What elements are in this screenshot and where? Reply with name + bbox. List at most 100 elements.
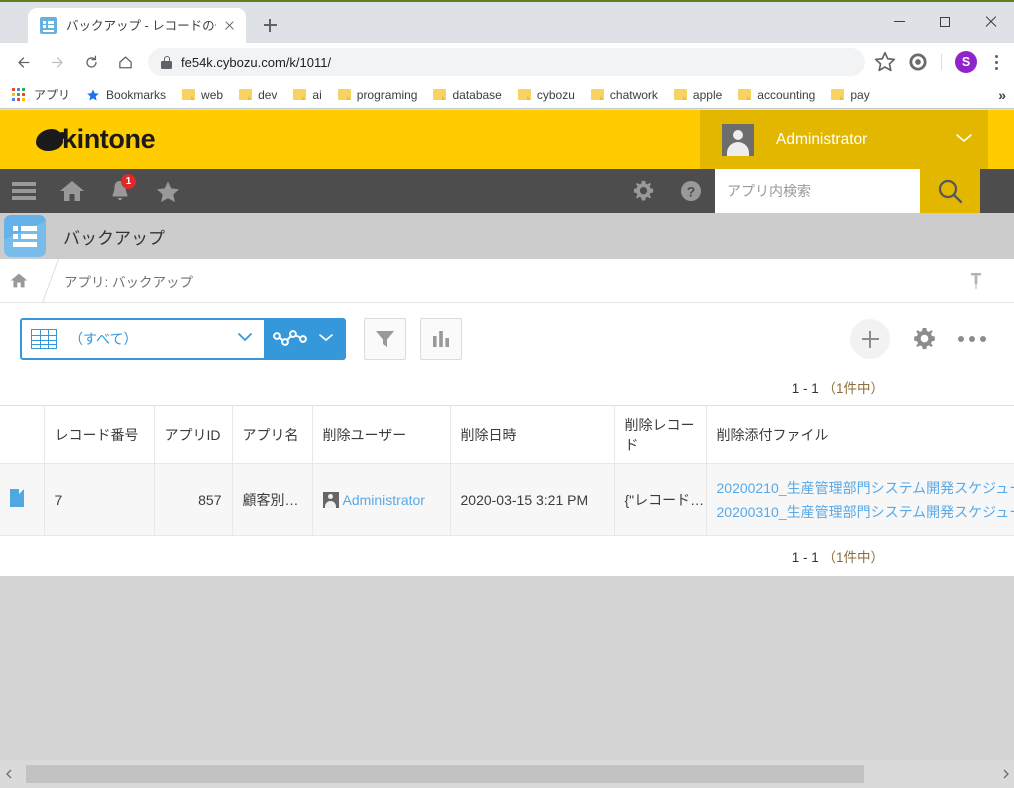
- bookmark-ai[interactable]: ai: [289, 86, 325, 104]
- close-icon[interactable]: [220, 17, 238, 35]
- browser-window: バックアップ - レコードの一覧: [0, 0, 1014, 787]
- more-options-button[interactable]: [952, 319, 992, 359]
- extension-button[interactable]: [905, 49, 931, 75]
- table-header-app-name[interactable]: アプリ名: [232, 406, 312, 464]
- kintone-logo[interactable]: kintone: [36, 124, 155, 155]
- file-link[interactable]: 20200310_生産管理部門システム開発スケジュール.xlsx: [717, 504, 1014, 520]
- kintone-header: kintone Administrator: [0, 110, 1014, 169]
- bookmark-dev[interactable]: dev: [235, 86, 281, 104]
- new-tab-button[interactable]: [255, 10, 285, 40]
- app-list-icon: [4, 215, 46, 257]
- chevron-right-icon: [1002, 769, 1010, 779]
- cell-deleted-at: 2020-03-15 3:21 PM: [450, 464, 614, 536]
- view-selector-field[interactable]: （すべて）: [22, 320, 264, 358]
- arrow-left-icon: [16, 55, 31, 70]
- deleted-user-link[interactable]: Administrator: [343, 492, 425, 508]
- breadcrumb: アプリ: バックアップ: [0, 259, 1014, 303]
- breadcrumb-separator: [38, 259, 60, 303]
- page-background-filler: [0, 576, 1014, 760]
- table-header-row: レコード番号 アプリID アプリ名 削除ユーザー 削除日時 削除レコード 削除添…: [0, 406, 1014, 464]
- url-text: fe54k.cybozu.com/k/1011/: [181, 55, 331, 70]
- folder-icon: [338, 89, 351, 100]
- scrollbar-track[interactable]: [17, 761, 997, 788]
- bookmark-web[interactable]: web: [178, 86, 227, 104]
- bookmark-cybozu[interactable]: cybozu: [514, 86, 579, 104]
- table-header-record-no[interactable]: レコード番号: [44, 406, 154, 464]
- bookmark-pay[interactable]: pay: [827, 86, 873, 104]
- breadcrumb-home-link[interactable]: [0, 272, 38, 289]
- search-icon: [935, 176, 965, 206]
- notifications-button[interactable]: 1: [96, 169, 144, 213]
- table-row[interactable]: 7 857 顧客別… Administrator 2020-03-15 3:21…: [0, 464, 1014, 536]
- chart-view-button[interactable]: [264, 320, 344, 358]
- search-input[interactable]: [715, 169, 920, 213]
- table-header-deleted-record[interactable]: 削除レコード: [614, 406, 706, 464]
- minimize-button[interactable]: [876, 2, 922, 41]
- chrome-menu-button[interactable]: [984, 49, 1008, 75]
- view-selector[interactable]: （すべて）: [20, 318, 346, 360]
- cell-deleted-record: {"レコード…: [614, 464, 706, 536]
- toolbar-actions: S: [871, 48, 1008, 76]
- address-bar[interactable]: fe54k.cybozu.com/k/1011/: [148, 48, 865, 76]
- scroll-left-button[interactable]: [0, 761, 17, 788]
- horizontal-scrollbar[interactable]: [0, 760, 1014, 787]
- maximize-button[interactable]: [922, 2, 968, 41]
- bookmark-label: web: [201, 88, 223, 102]
- gear-icon: [911, 326, 938, 353]
- menu-button[interactable]: [0, 169, 48, 213]
- table-header-deleted-user[interactable]: 削除ユーザー: [312, 406, 450, 464]
- toolbar-divider: [941, 54, 942, 70]
- profile-avatar[interactable]: S: [955, 51, 977, 73]
- favorites-button[interactable]: [144, 169, 192, 213]
- bookmark-database[interactable]: database: [429, 86, 505, 104]
- graph-icon: [273, 327, 311, 351]
- user-menu[interactable]: Administrator: [700, 110, 988, 169]
- filter-button[interactable]: [364, 318, 406, 360]
- settings-button[interactable]: [619, 169, 667, 213]
- bookmarks-overflow-button[interactable]: »: [998, 87, 1006, 103]
- kintone-blob-icon: [36, 129, 63, 151]
- bookmark-star-button[interactable]: [871, 48, 899, 76]
- forward-button[interactable]: [42, 47, 72, 77]
- window-close-button[interactable]: [968, 2, 1014, 41]
- bookmark-accounting[interactable]: accounting: [734, 86, 819, 104]
- table-header-app-id[interactable]: アプリID: [154, 406, 232, 464]
- cell-deleted-user: Administrator: [312, 464, 450, 536]
- navbar-left: 1: [0, 169, 192, 213]
- graph-button[interactable]: [420, 318, 462, 360]
- table-header-select-all[interactable]: [0, 406, 44, 464]
- bookmark-label: apple: [693, 88, 722, 102]
- row-open-detail-button[interactable]: [0, 464, 44, 536]
- star-icon: [155, 179, 181, 203]
- file-list: 20200210_生産管理部門システム開発スケジュール.xlsx 2020031…: [717, 476, 1014, 524]
- search-button[interactable]: [920, 169, 980, 213]
- folder-icon: [518, 89, 531, 100]
- table-view-icon: [31, 329, 57, 349]
- paging-top: 1 - 1 （1件中）: [0, 375, 1014, 405]
- back-button[interactable]: [8, 47, 38, 77]
- reload-button[interactable]: [76, 47, 106, 77]
- bookmark-apple[interactable]: apple: [670, 86, 726, 104]
- file-link[interactable]: 20200210_生産管理部門システム開発スケジュール.xlsx: [717, 480, 1014, 496]
- bookmark-chatwork[interactable]: chatwork: [587, 86, 662, 104]
- help-button[interactable]: ?: [667, 169, 715, 213]
- pin-icon[interactable]: [968, 271, 984, 296]
- paging-info: 1 - 1 （1件中）: [792, 546, 884, 566]
- home-button[interactable]: [110, 47, 140, 77]
- help-icon: ?: [679, 179, 703, 203]
- browser-tab[interactable]: バックアップ - レコードの一覧: [28, 8, 246, 43]
- kintone-app-favicon-icon: [40, 17, 57, 34]
- table-header-deleted-at[interactable]: 削除日時: [450, 406, 614, 464]
- table-header-deleted-files[interactable]: 削除添付ファイル: [706, 406, 1014, 464]
- app-settings-button[interactable]: [904, 319, 944, 359]
- home-button[interactable]: [48, 169, 96, 213]
- add-record-button[interactable]: [850, 319, 890, 359]
- bookmark-apps[interactable]: アプリ: [8, 84, 74, 105]
- scroll-right-button[interactable]: [997, 761, 1014, 788]
- cell-deleted-files: 20200210_生産管理部門システム開発スケジュール.xlsx 2020031…: [706, 464, 1014, 536]
- notification-badge: 1: [121, 174, 136, 189]
- bookmark-programing[interactable]: programing: [334, 86, 422, 104]
- scrollbar-thumb[interactable]: [26, 765, 864, 783]
- bookmark-bookmarks[interactable]: Bookmarks: [82, 86, 170, 104]
- record-table: レコード番号 アプリID アプリ名 削除ユーザー 削除日時 削除レコード 削除添…: [0, 405, 1014, 536]
